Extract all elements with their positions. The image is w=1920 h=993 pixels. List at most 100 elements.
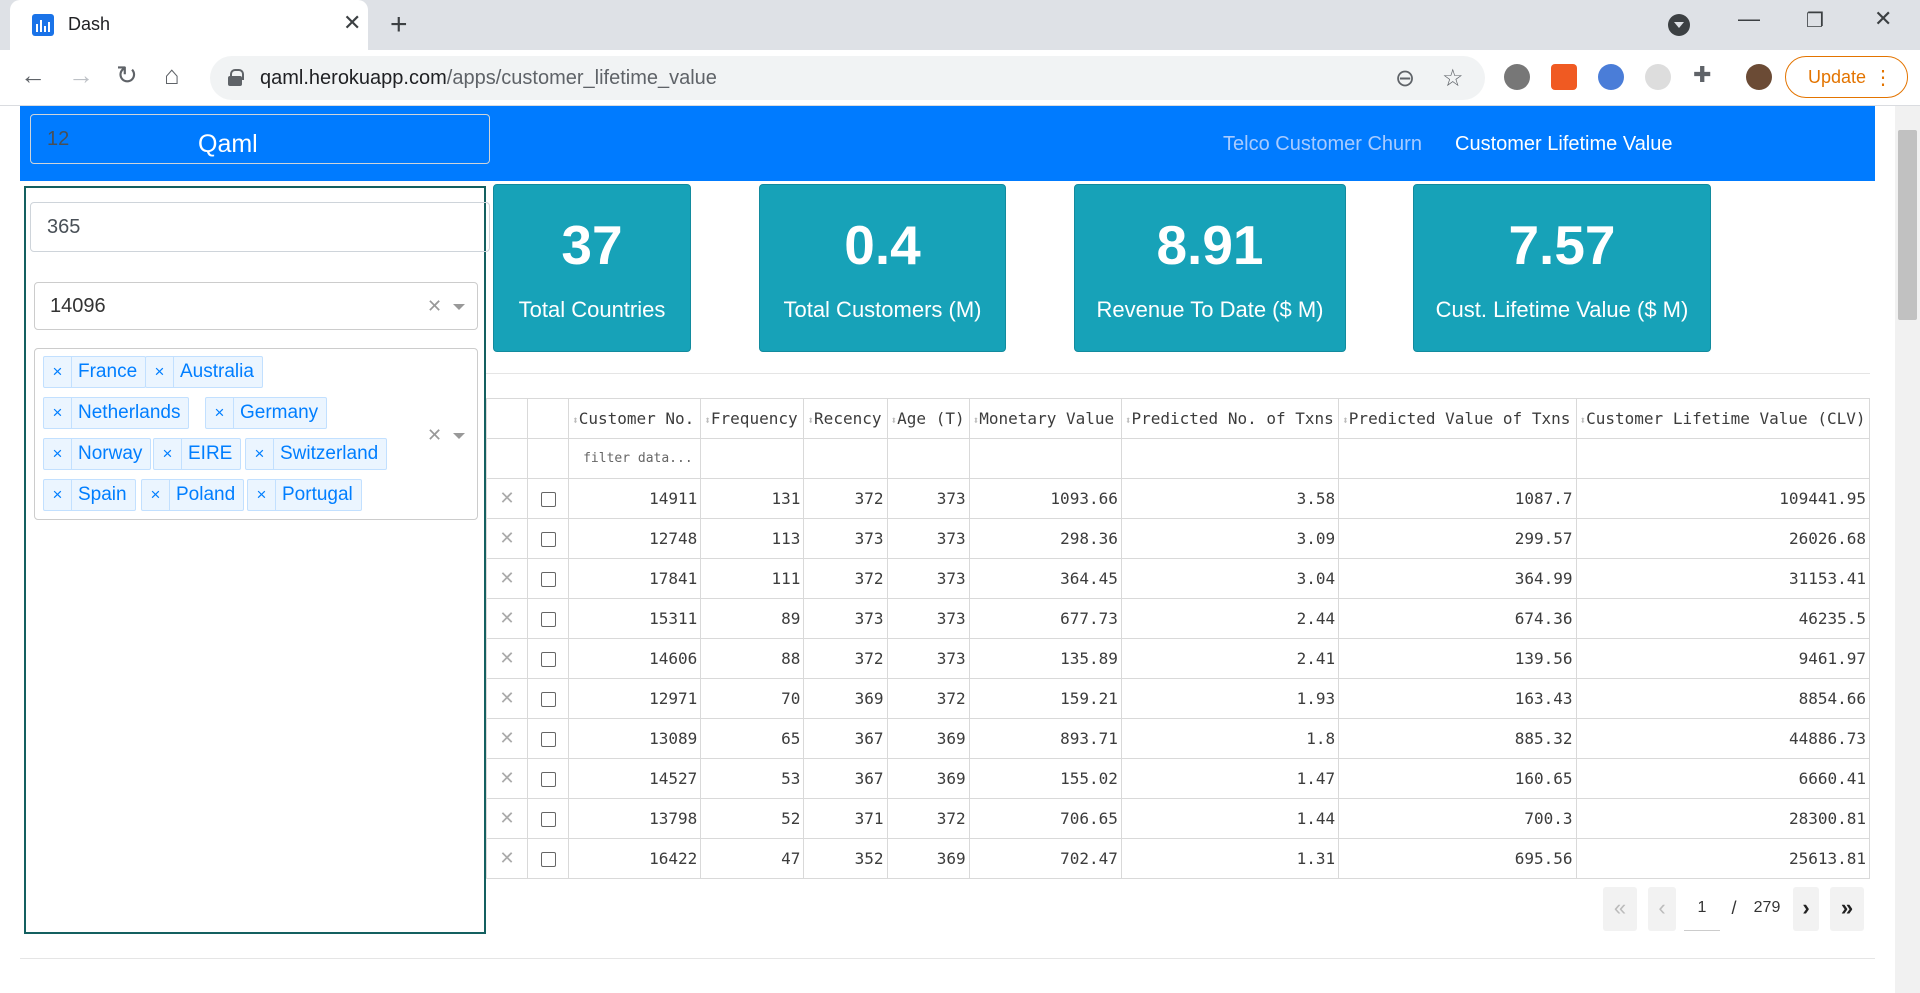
table-cell[interactable]: 702.47 bbox=[968, 838, 1122, 879]
country-chip[interactable]: × Portugal bbox=[247, 479, 362, 511]
clear-icon[interactable]: ✕ bbox=[427, 296, 442, 317]
table-cell[interactable]: 14911 bbox=[568, 478, 702, 519]
table-cell[interactable]: 1.8 bbox=[1120, 718, 1340, 759]
table-cell[interactable]: 369 bbox=[886, 838, 970, 879]
column-header[interactable]: ⬍Customer No. bbox=[568, 398, 702, 439]
table-cell[interactable]: 12971 bbox=[568, 678, 702, 719]
table-cell[interactable]: 8854.66 bbox=[1575, 678, 1870, 719]
page-scrollbar[interactable] bbox=[1895, 106, 1920, 993]
table-cell[interactable]: 139.56 bbox=[1338, 638, 1577, 679]
table-cell[interactable]: 299.57 bbox=[1338, 518, 1577, 559]
filter-cell[interactable] bbox=[968, 438, 1122, 479]
table-cell[interactable]: 88 bbox=[700, 638, 805, 679]
table-cell[interactable]: 700.3 bbox=[1338, 798, 1577, 839]
table-cell[interactable]: 131 bbox=[700, 478, 805, 519]
table-cell[interactable]: 373 bbox=[886, 638, 970, 679]
table-cell[interactable]: 373 bbox=[803, 598, 888, 639]
table-cell[interactable]: 163.43 bbox=[1338, 678, 1577, 719]
page-number-input[interactable]: 1 bbox=[1684, 887, 1720, 931]
remove-chip-icon[interactable]: × bbox=[146, 357, 174, 387]
table-cell[interactable]: 135.89 bbox=[968, 638, 1122, 679]
chevron-down-icon[interactable] bbox=[453, 304, 465, 310]
table-cell[interactable]: 372 bbox=[803, 478, 888, 519]
row-checkbox[interactable] bbox=[540, 532, 556, 547]
remove-chip-icon[interactable]: × bbox=[246, 439, 274, 469]
remove-chip-icon[interactable]: × bbox=[206, 398, 234, 428]
table-cell[interactable]: 1.47 bbox=[1120, 758, 1340, 799]
forward-icon[interactable]: → bbox=[68, 60, 94, 91]
table-cell[interactable]: 369 bbox=[886, 758, 970, 799]
extension-icon-3[interactable] bbox=[1645, 64, 1671, 90]
table-cell[interactable]: 44886.73 bbox=[1575, 718, 1870, 759]
row-checkbox[interactable] bbox=[540, 612, 556, 627]
table-cell[interactable]: 13798 bbox=[568, 798, 702, 839]
table-cell[interactable]: 46235.5 bbox=[1575, 598, 1870, 639]
table-cell[interactable]: 9461.97 bbox=[1575, 638, 1870, 679]
table-cell[interactable]: 159.21 bbox=[968, 678, 1122, 719]
table-cell[interactable]: 26026.68 bbox=[1575, 518, 1870, 559]
sort-icon[interactable]: ⬍ bbox=[572, 414, 579, 427]
minimize-icon[interactable]: — bbox=[1738, 6, 1760, 32]
remove-chip-icon[interactable]: × bbox=[44, 357, 72, 387]
chevron-down-icon[interactable] bbox=[453, 433, 465, 439]
remove-chip-icon[interactable]: × bbox=[44, 398, 72, 428]
avatar[interactable] bbox=[1746, 64, 1772, 90]
table-cell[interactable]: 65 bbox=[700, 718, 805, 759]
remove-chip-icon[interactable]: × bbox=[44, 480, 72, 510]
bookmark-star-icon[interactable]: ☆ bbox=[1442, 64, 1464, 93]
table-cell[interactable]: 373 bbox=[886, 478, 970, 519]
table-cell[interactable]: 352 bbox=[803, 838, 888, 879]
table-cell[interactable]: 373 bbox=[803, 518, 888, 559]
lock-icon[interactable] bbox=[228, 69, 244, 86]
row-checkbox[interactable] bbox=[540, 492, 556, 507]
back-icon[interactable]: ← bbox=[20, 60, 46, 91]
delete-row-icon[interactable]: ✕ bbox=[485, 518, 529, 559]
table-cell[interactable]: 47 bbox=[700, 838, 805, 879]
table-cell[interactable]: 31153.41 bbox=[1575, 558, 1870, 599]
table-cell[interactable]: 1087.7 bbox=[1338, 478, 1577, 519]
delete-row-icon[interactable]: ✕ bbox=[485, 718, 529, 759]
table-cell[interactable]: 17841 bbox=[568, 558, 702, 599]
scroll-thumb[interactable] bbox=[1898, 130, 1917, 320]
table-cell[interactable]: 367 bbox=[803, 758, 888, 799]
table-cell[interactable]: 1.31 bbox=[1120, 838, 1340, 879]
table-cell[interactable]: 25613.81 bbox=[1575, 838, 1870, 879]
column-header[interactable]: ⬍Monetary Value bbox=[968, 398, 1122, 439]
table-cell[interactable]: 372 bbox=[886, 798, 970, 839]
country-chip[interactable]: × Australia bbox=[145, 356, 263, 388]
delete-row-icon[interactable]: ✕ bbox=[485, 758, 529, 799]
table-cell[interactable]: 109441.95 bbox=[1575, 478, 1870, 519]
row-checkbox[interactable] bbox=[540, 692, 556, 707]
table-cell[interactable]: 1.93 bbox=[1120, 678, 1340, 719]
table-cell[interactable]: 364.99 bbox=[1338, 558, 1577, 599]
table-cell[interactable]: 893.71 bbox=[968, 718, 1122, 759]
column-header[interactable]: ⬍Frequency bbox=[700, 398, 805, 439]
table-cell[interactable]: 16422 bbox=[568, 838, 702, 879]
country-chip[interactable]: × Germany bbox=[205, 397, 328, 429]
table-cell[interactable]: 706.65 bbox=[968, 798, 1122, 839]
table-cell[interactable]: 695.56 bbox=[1338, 838, 1577, 879]
table-cell[interactable]: 674.36 bbox=[1338, 598, 1577, 639]
table-cell[interactable]: 160.65 bbox=[1338, 758, 1577, 799]
table-cell[interactable]: 3.58 bbox=[1120, 478, 1340, 519]
table-cell[interactable]: 12748 bbox=[568, 518, 702, 559]
remove-chip-icon[interactable]: × bbox=[44, 439, 72, 469]
home-icon[interactable]: ⌂ bbox=[164, 60, 180, 91]
table-cell[interactable]: 885.32 bbox=[1338, 718, 1577, 759]
row-checkbox[interactable] bbox=[540, 852, 556, 867]
table-cell[interactable]: 111 bbox=[700, 558, 805, 599]
zoom-icon[interactable]: ⊖ bbox=[1395, 64, 1415, 93]
previous-page-button[interactable]: ‹ bbox=[1648, 887, 1676, 931]
filter-cell[interactable] bbox=[1120, 438, 1340, 479]
address-bar[interactable]: qaml.herokuapp.com/apps/customer_lifetim… bbox=[210, 56, 1485, 100]
filter-cell[interactable] bbox=[700, 438, 805, 479]
column-header[interactable]: ⬍Predicted No. of Txns bbox=[1120, 398, 1340, 439]
row-checkbox[interactable] bbox=[540, 572, 556, 587]
table-cell[interactable]: 373 bbox=[886, 518, 970, 559]
table-cell[interactable]: 14606 bbox=[568, 638, 702, 679]
column-header[interactable]: ⬍Predicted Value of Txns bbox=[1338, 398, 1577, 439]
update-button[interactable]: Update ⋮ bbox=[1785, 56, 1908, 98]
last-page-button[interactable]: » bbox=[1830, 887, 1864, 931]
row-checkbox[interactable] bbox=[540, 772, 556, 787]
nav-link-telco-churn[interactable]: Telco Customer Churn bbox=[1223, 133, 1422, 156]
